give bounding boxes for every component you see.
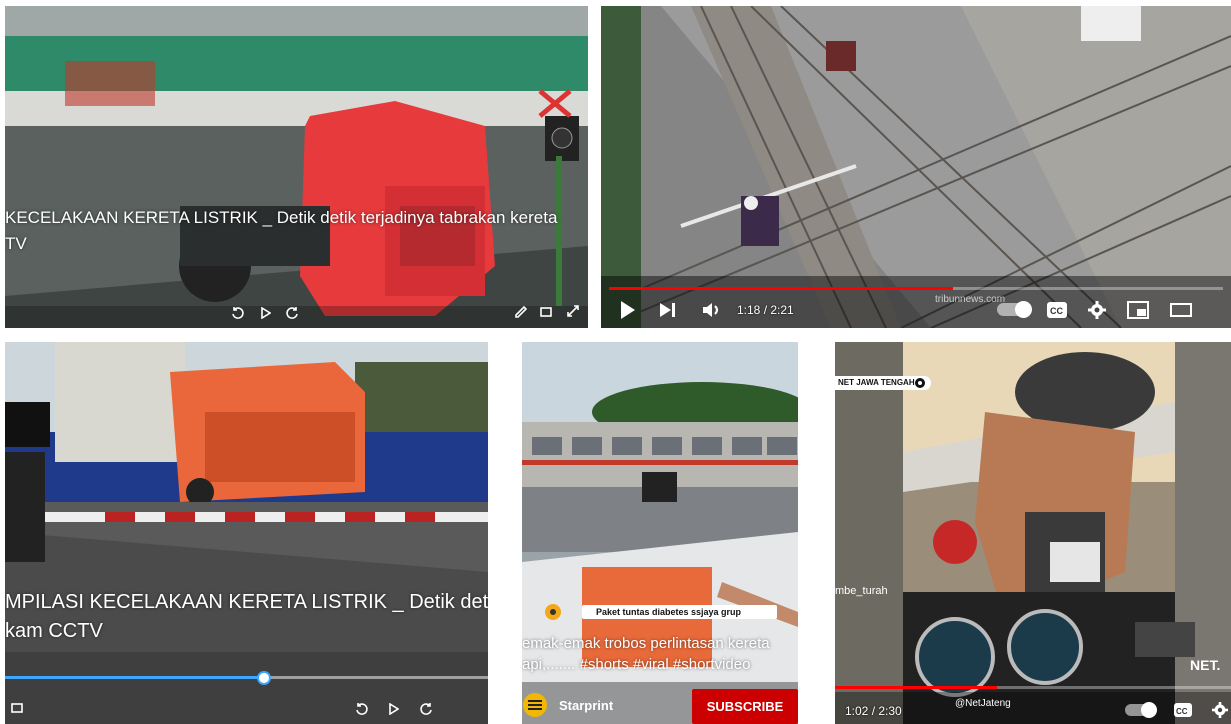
- miniplayer-icon[interactable]: [540, 307, 552, 317]
- video-frame: [5, 6, 588, 328]
- autoplay-knob: [1015, 301, 1032, 318]
- video-tile-shorts-train[interactable]: Paket tuntas diabetes ssjaya grup emak-e…: [522, 342, 798, 724]
- captions-icon[interactable]: CC: [1046, 301, 1068, 319]
- time-display: 1:02 / 2:30: [845, 704, 902, 718]
- progress-played: [609, 287, 953, 290]
- corner-logo: NET.: [1190, 657, 1221, 673]
- channel-name[interactable]: Starprint: [559, 698, 613, 713]
- video-title-line-1: KECELAKAAN KERETA LISTRIK _ Detik detik …: [5, 208, 558, 227]
- video-title-line-2: kam CCTV: [5, 620, 103, 642]
- video-title-line-1: MPILASI KECELAKAAN KERETA LISTRIK _ Deti…: [5, 591, 488, 613]
- short-title-line-1: emak-emak trobos perlintasan kereta: [522, 635, 770, 652]
- next-icon[interactable]: [659, 302, 677, 318]
- side-overlay-text: mbe_turah: [835, 585, 888, 597]
- watermark-text: tribunnews.com: [935, 294, 1006, 305]
- channel-badge-logo-icon: [915, 378, 925, 388]
- gear-sticker-icon: [545, 604, 561, 620]
- miniplayer-icon[interactable]: [1127, 301, 1149, 319]
- forward-30-icon[interactable]: [419, 702, 433, 716]
- video-tile-motorbike-crossing[interactable]: NET JAWA TENGAH mbe_turah NET. 1:02 / 2:…: [835, 342, 1231, 724]
- video-tile-truck-crash[interactable]: KECELAKAAN KERETA LISTRIK _ Detik detik …: [5, 6, 588, 328]
- svg-text:CC: CC: [1176, 707, 1188, 716]
- theater-mode-icon[interactable]: [1170, 303, 1192, 317]
- subscribe-button[interactable]: SUBSCRIBE: [692, 689, 798, 724]
- time-display: 1:18 / 2:21: [737, 303, 794, 317]
- autoplay-toggle[interactable]: [1125, 702, 1157, 718]
- video-frame: [5, 342, 488, 724]
- video-frame: [835, 342, 1231, 724]
- replay-icon[interactable]: [231, 306, 245, 320]
- replay-10-icon[interactable]: [355, 702, 369, 716]
- fullscreen-icon[interactable]: [567, 305, 579, 317]
- settings-icon[interactable]: [1088, 301, 1106, 319]
- progress-played: [835, 686, 998, 689]
- play-icon[interactable]: [261, 307, 271, 319]
- play-icon[interactable]: [619, 300, 637, 320]
- handle-text: @NetJateng: [955, 698, 1011, 709]
- channel-avatar[interactable]: [522, 692, 548, 718]
- autoplay-toggle[interactable]: [997, 301, 1032, 318]
- video-title-line-2: TV: [5, 234, 27, 253]
- captions-icon[interactable]: [11, 703, 23, 713]
- video-tile-orange-truck[interactable]: MPILASI KECELAKAAN KERETA LISTRIK _ Deti…: [5, 342, 488, 724]
- volume-icon[interactable]: [702, 302, 722, 318]
- settings-icon[interactable]: [1212, 702, 1228, 718]
- forward-icon[interactable]: [285, 306, 299, 320]
- progress-played: [5, 676, 261, 679]
- progress-track[interactable]: [835, 686, 1231, 689]
- video-frame: [601, 6, 1231, 328]
- edit-icon[interactable]: [515, 306, 527, 318]
- ad-sticker-text: Paket tuntas diabetes ssjaya grup: [582, 605, 777, 619]
- progress-scrubber[interactable]: [257, 671, 271, 685]
- channel-badge-text: NET JAWA TENGAH: [838, 378, 915, 387]
- progress-track[interactable]: [5, 671, 488, 685]
- play-icon[interactable]: [389, 703, 399, 715]
- autoplay-knob: [1141, 702, 1157, 718]
- video-tile-rail-crossing-aerial[interactable]: 1:18 / 2:21 tribunnews.com CC: [601, 6, 1231, 328]
- captions-icon[interactable]: CC: [1173, 702, 1193, 718]
- short-title-line-2: api,....... #shorts #viral #shortvideo: [522, 656, 751, 673]
- progress-track[interactable]: [609, 287, 1223, 290]
- svg-text:CC: CC: [1050, 306, 1063, 316]
